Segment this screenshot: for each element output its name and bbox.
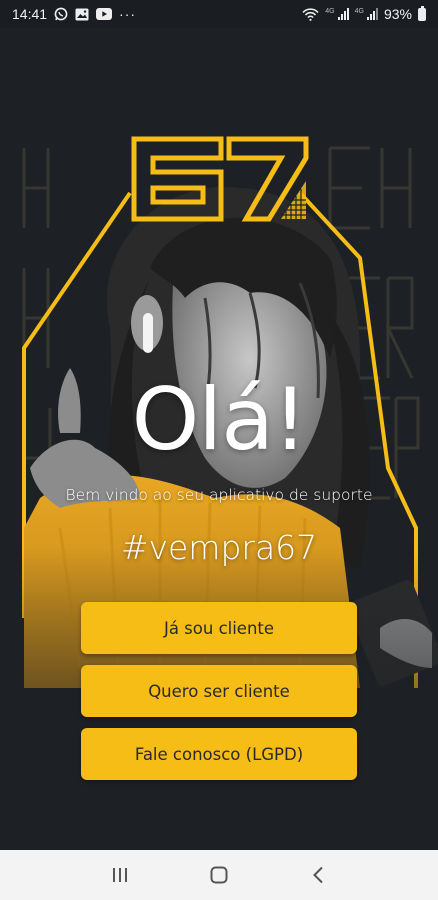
- battery-percent: 93%: [383, 6, 412, 22]
- greeting-subtitle: Bem vindo ao seu aplicativo de suporte: [65, 486, 373, 504]
- home-icon: [210, 866, 228, 884]
- gallery-icon: [75, 8, 89, 21]
- youtube-icon: [96, 8, 113, 20]
- status-bar: 14:41 ··· 4G 4G 93%: [0, 0, 438, 28]
- back-icon: [313, 866, 324, 884]
- recent-apps-button[interactable]: [100, 855, 140, 895]
- network-type-label: 4G: [325, 8, 335, 15]
- contact-lgpd-button[interactable]: Fale conosco (LGPD): [81, 728, 357, 780]
- become-client-button[interactable]: Quero ser cliente: [81, 665, 357, 717]
- back-button[interactable]: [298, 855, 338, 895]
- brand-logo: [131, 136, 309, 222]
- battery-icon: [418, 5, 426, 21]
- recent-apps-icon: [112, 868, 127, 882]
- signal-icon: [337, 8, 349, 20]
- status-time: 14:41: [12, 6, 48, 22]
- greeting-hashtag: #vempra67: [120, 528, 318, 567]
- signal-icon: [366, 8, 378, 20]
- welcome-screen: Olá! Bem vindo ao seu aplicativo de supo…: [0, 28, 438, 850]
- existing-client-button[interactable]: Já sou cliente: [81, 602, 357, 654]
- greeting-title: Olá!: [131, 370, 308, 470]
- wifi-icon: [302, 7, 319, 21]
- home-button[interactable]: [199, 855, 239, 895]
- network-type-label: 4G: [354, 8, 364, 15]
- system-navigation-bar: [0, 850, 438, 900]
- more-notifications-icon: ···: [119, 6, 137, 22]
- whatsapp-icon: [54, 7, 68, 21]
